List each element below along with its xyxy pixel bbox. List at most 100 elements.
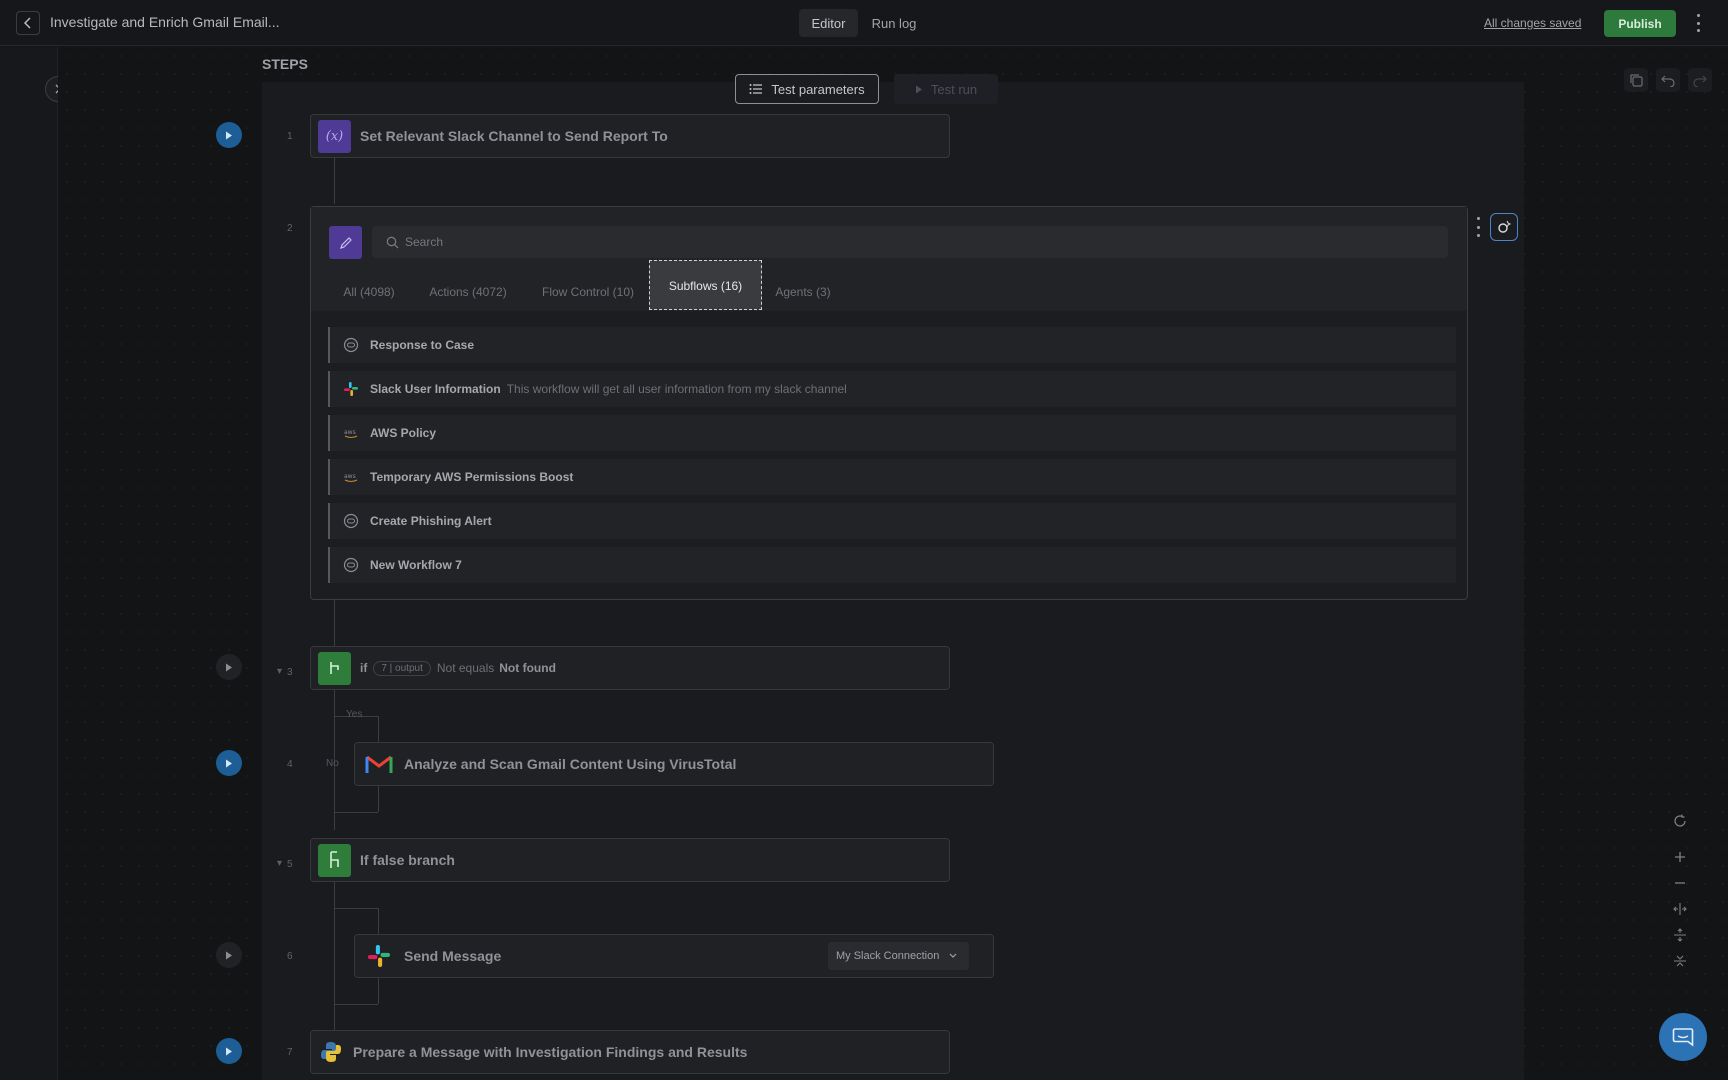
step-card[interactable]: Analyze and Scan Gmail Content Using Vir…	[354, 742, 994, 786]
publish-button[interactable]: Publish	[1604, 10, 1676, 37]
run-step-button[interactable]	[216, 1038, 242, 1064]
subflow-name: Response to Case	[370, 338, 475, 352]
search-field[interactable]	[372, 226, 1448, 258]
tab-editor[interactable]: Editor	[799, 9, 858, 37]
subflow-name: Temporary AWS Permissions Boost	[370, 470, 574, 484]
step-card[interactable]: if 7 | output Not equals Not found	[310, 646, 950, 690]
test-parameters-button[interactable]: Test parameters	[735, 74, 879, 104]
play-icon	[226, 131, 232, 139]
subflow-item[interactable]: aws AWS Policy	[328, 415, 1456, 451]
canvas-toolbar	[1624, 68, 1712, 92]
chevron-down-icon	[949, 953, 957, 958]
run-step-button[interactable]	[216, 942, 242, 968]
steps-heading: STEPS	[262, 56, 308, 72]
connector-line	[334, 158, 335, 204]
chat-icon	[1672, 1028, 1694, 1047]
tab-run-log[interactable]: Run log	[866, 9, 922, 37]
play-icon	[226, 663, 232, 671]
step-card[interactable]: (x) Set Relevant Slack Channel to Send R…	[310, 114, 950, 158]
connector-line	[378, 716, 379, 742]
subflow-name: Slack User Information	[370, 382, 501, 396]
search-icon	[386, 236, 399, 248]
tab-subflows[interactable]: Subflows (16)	[649, 260, 762, 310]
fit-height-icon	[1674, 928, 1686, 942]
fit-width-icon	[1673, 903, 1687, 915]
zoom-out-button[interactable]	[1669, 874, 1691, 892]
variable-pill: 7 | output	[373, 660, 431, 676]
play-icon	[226, 951, 232, 959]
search-input[interactable]	[405, 235, 1305, 249]
test-run-label: Test run	[930, 81, 978, 97]
copy-button[interactable]	[1624, 68, 1648, 92]
play-icon	[915, 85, 922, 93]
workflow-title[interactable]: Investigate and Enrich Gmail Email...	[50, 14, 280, 30]
subflow-name: New Workflow 7	[370, 558, 462, 572]
subflow-item[interactable]: Response to Case	[328, 327, 1456, 363]
fit-height-button[interactable]	[1669, 926, 1691, 944]
step-title: Send Message	[404, 948, 502, 964]
step-number: 5	[287, 859, 293, 870]
zoom-in-button[interactable]	[1669, 848, 1691, 866]
aws-icon: aws	[342, 468, 360, 486]
subflow-item[interactable]: Slack User Information This workflow wil…	[328, 371, 1456, 407]
more-options-icon[interactable]	[1690, 12, 1706, 34]
refresh-icon	[1674, 814, 1686, 827]
undo-button[interactable]	[1656, 68, 1680, 92]
redo-icon	[1693, 75, 1707, 87]
connector-line	[334, 1004, 378, 1005]
play-icon	[226, 1047, 232, 1055]
svg-text:aws: aws	[344, 473, 356, 480]
collapse-caret-icon[interactable]: ▾	[277, 858, 282, 869]
run-step-button[interactable]	[216, 122, 242, 148]
pencil-icon	[329, 226, 362, 259]
test-run-button[interactable]: Test run	[894, 74, 998, 104]
connector-line	[334, 600, 335, 646]
aws-icon: aws	[342, 424, 360, 442]
support-chat-button[interactable]	[1659, 1013, 1707, 1061]
step-number: 6	[287, 951, 293, 962]
minus-icon	[1675, 882, 1685, 884]
bot-icon	[342, 556, 360, 574]
save-status[interactable]: All changes saved	[1484, 16, 1581, 30]
subflow-item[interactable]: Create Phishing Alert	[328, 503, 1456, 539]
plus-icon	[1675, 852, 1685, 862]
connector-line	[334, 812, 378, 813]
subflow-name: AWS Policy	[370, 426, 437, 440]
collapse-caret-icon[interactable]: ▾	[277, 666, 282, 677]
svg-text:aws: aws	[344, 429, 356, 436]
step-title: Analyze and Scan Gmail Content Using Vir…	[404, 756, 737, 772]
run-step-button[interactable]	[216, 654, 242, 680]
step-card[interactable]: Prepare a Message with Investigation Fin…	[310, 1030, 950, 1074]
bot-icon	[342, 336, 360, 354]
copy-icon	[1630, 74, 1643, 87]
step-number: 2	[287, 223, 293, 234]
fit-width-button[interactable]	[1669, 900, 1691, 918]
gmail-icon	[362, 748, 395, 781]
collapse-icon	[1674, 955, 1686, 967]
step-ai-button[interactable]	[1490, 213, 1518, 241]
tab-agents[interactable]: Agents (3)	[772, 274, 834, 310]
branch-label-yes: Yes	[346, 709, 363, 720]
tab-all[interactable]: All (4098)	[338, 274, 400, 310]
collapse-all-button[interactable]	[1669, 952, 1691, 970]
tab-actions[interactable]: Actions (4072)	[424, 274, 512, 310]
step-number: 1	[287, 131, 293, 142]
tab-flow-control[interactable]: Flow Control (10)	[538, 274, 638, 310]
condition-operator: Not equals	[436, 661, 495, 675]
redo-button[interactable]	[1688, 68, 1712, 92]
step-card[interactable]: If false branch	[310, 838, 950, 882]
step-options-icon[interactable]	[1474, 217, 1482, 237]
python-icon	[314, 1036, 347, 1069]
slack-icon	[342, 380, 360, 398]
step-title: Set Relevant Slack Channel to Send Repor…	[360, 128, 668, 144]
step-title: Prepare a Message with Investigation Fin…	[353, 1044, 748, 1060]
back-button[interactable]	[16, 11, 40, 35]
subflow-item[interactable]: New Workflow 7	[328, 547, 1456, 583]
subflow-item[interactable]: aws Temporary AWS Permissions Boost	[328, 459, 1456, 495]
connection-select[interactable]: My Slack Connection	[828, 942, 969, 970]
subflow-name: Create Phishing Alert	[370, 514, 492, 528]
run-step-button[interactable]	[216, 750, 242, 776]
branch-icon	[318, 843, 351, 877]
reset-view-button[interactable]	[1669, 812, 1691, 830]
branch-icon	[318, 651, 351, 685]
